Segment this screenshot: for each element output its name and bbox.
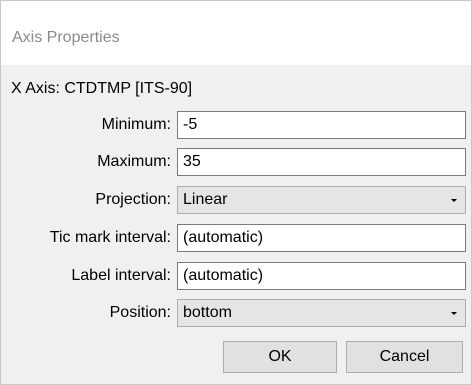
maximum-label: Maximum:	[97, 153, 171, 170]
cancel-button[interactable]: Cancel	[346, 341, 463, 373]
chevron-down-icon	[451, 199, 457, 202]
dialog-titlebar[interactable]: Axis Properties	[1, 1, 471, 65]
label-interval-input[interactable]	[177, 262, 466, 290]
projection-select[interactable]: Linear	[177, 186, 466, 214]
position-label: Position:	[109, 304, 171, 321]
position-selected-value: bottom	[183, 304, 232, 321]
projection-label: Projection:	[95, 191, 171, 208]
label-interval-label: Label interval:	[71, 267, 171, 284]
chevron-down-icon	[451, 312, 457, 315]
maximum-input[interactable]	[177, 148, 466, 176]
axis-header-label: X Axis: CTDTMP [ITS-90]	[11, 80, 193, 97]
projection-selected-value: Linear	[183, 191, 228, 208]
ok-button[interactable]: OK	[223, 341, 337, 373]
position-select[interactable]: bottom	[177, 299, 466, 327]
tic-mark-interval-label: Tic mark interval:	[49, 229, 171, 246]
dialog-title: Axis Properties	[12, 29, 120, 46]
minimum-input[interactable]	[177, 111, 466, 139]
axis-properties-dialog: Axis Properties X Axis: CTDTMP [ITS-90] …	[0, 0, 472, 385]
minimum-label: Minimum:	[101, 116, 171, 133]
tic-mark-interval-input[interactable]	[177, 224, 466, 252]
